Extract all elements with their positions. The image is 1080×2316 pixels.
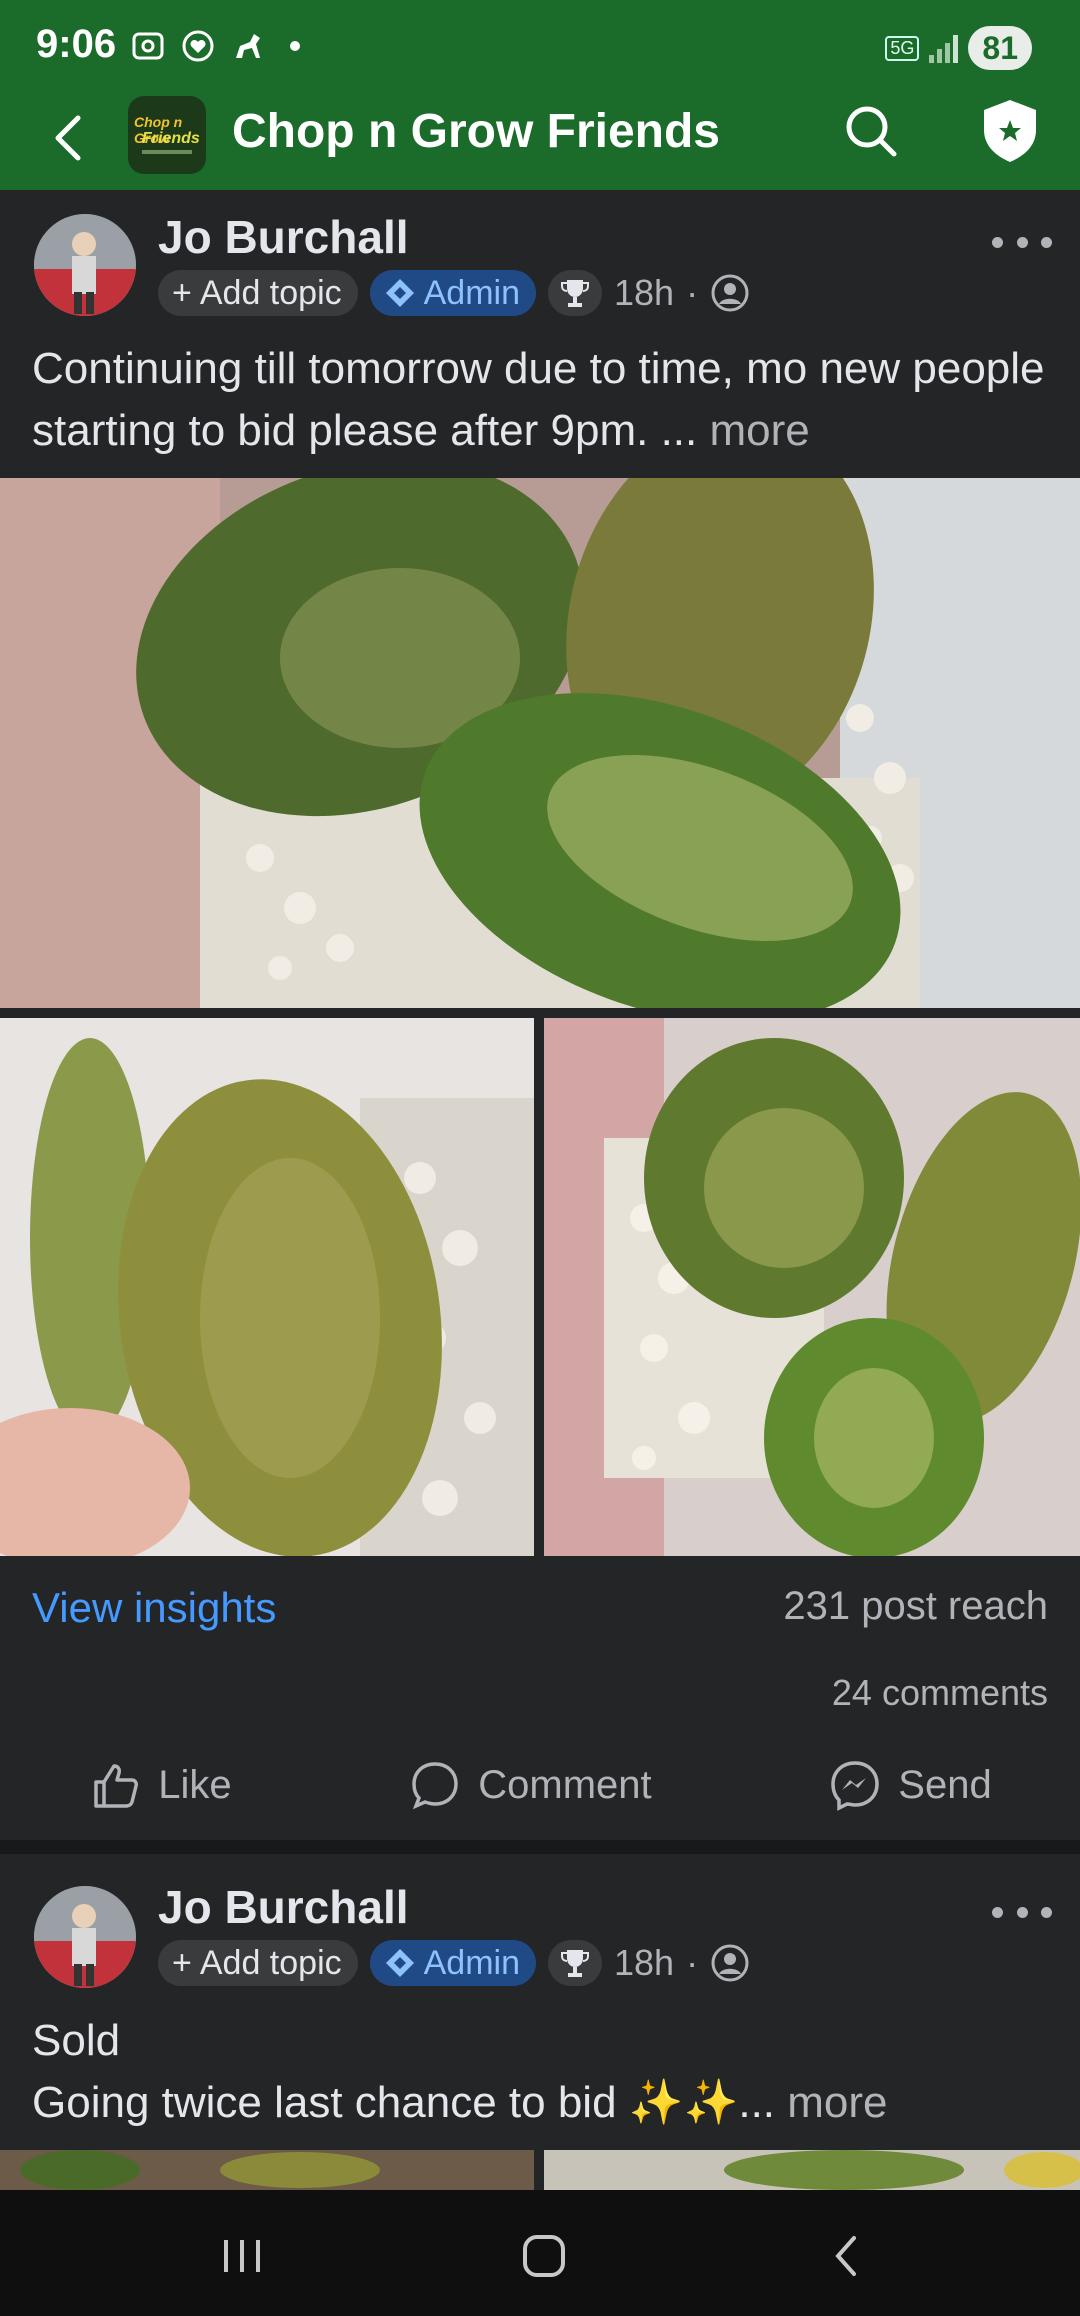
post-text: Continuing till tomorrow due to time, mo…: [32, 338, 1052, 462]
post-author[interactable]: Jo Burchall: [158, 1880, 409, 1934]
home-icon[interactable]: [514, 2226, 574, 2286]
post-author[interactable]: Jo Burchall: [158, 210, 409, 264]
avatar[interactable]: [34, 1886, 136, 1988]
group-privacy-icon: [711, 1944, 749, 1982]
group-logo-bar: [142, 150, 192, 154]
add-topic-label: Add topic: [199, 273, 342, 312]
admin-badge-label: Admin: [423, 273, 520, 312]
trophy-icon: [561, 1950, 589, 1977]
group-avatar[interactable]: Chop n Grow Friends: [128, 96, 206, 174]
add-topic-label: Add topic: [199, 1943, 342, 1982]
post-meta: + Add topic Admin 18h ·: [158, 270, 750, 316]
plus-icon: +: [172, 1943, 192, 1982]
comment-label: Comment: [478, 1762, 652, 1807]
post-photo-right[interactable]: [544, 1018, 1080, 1556]
comment-count[interactable]: 24 comments: [832, 1672, 1048, 1714]
notification-icons: [130, 28, 300, 64]
more-options-icon[interactable]: [992, 1902, 1052, 1922]
author-photo: [34, 1886, 136, 1988]
post-text-line-2: Going twice last chance to bid ✨✨...: [32, 2078, 776, 2127]
author-photo: [34, 214, 136, 316]
avatar[interactable]: [34, 214, 136, 316]
horse-icon: [236, 34, 260, 58]
plant-photo: [0, 2150, 534, 2190]
signal-icon: [929, 33, 959, 63]
app-bar: Chop n Grow Friends Chop n Grow Friends: [0, 96, 1080, 190]
top-bar: 9:06 5G 81 Chop n Grow Friends Chop n Gr…: [0, 0, 1080, 190]
post-photo-left[interactable]: [0, 1018, 534, 1556]
post-photo-left[interactable]: [0, 2150, 534, 2190]
post-meta: + Add topic Admin 18h ·: [158, 1940, 750, 1986]
status-bar: 9:06 5G 81: [0, 0, 1080, 96]
see-more-link[interactable]: more: [787, 2078, 887, 2127]
comment-icon: [412, 1762, 459, 1810]
post-photo-main[interactable]: [0, 478, 1080, 1008]
post-time: 18h: [614, 1942, 675, 1983]
group-title[interactable]: Chop n Grow Friends: [232, 104, 720, 159]
like-button[interactable]: Like: [88, 1758, 232, 1812]
like-label: Like: [158, 1762, 232, 1807]
battery-level: 81: [968, 26, 1032, 70]
plant-photo: [0, 478, 1080, 1008]
send-button[interactable]: Send: [828, 1758, 992, 1812]
comment-button[interactable]: Comment: [408, 1758, 652, 1812]
messenger-icon: [831, 1761, 880, 1811]
plant-photo: [544, 1018, 1080, 1556]
heart-icon: [182, 30, 214, 62]
shield-star-icon[interactable]: [980, 98, 1040, 164]
diamond-icon: [385, 279, 414, 307]
post-photo-right[interactable]: [544, 2150, 1080, 2190]
view-insights-link[interactable]: View insights: [32, 1584, 276, 1632]
group-privacy-icon: [711, 274, 749, 312]
feed-post: Jo Burchall + Add topic Admin 18h · Sold …: [0, 1854, 1080, 2190]
notification-dot: [290, 41, 300, 51]
post-text: Sold Going twice last chance to bid ✨✨..…: [32, 2010, 1052, 2134]
add-topic-button[interactable]: + Add topic: [158, 1940, 358, 1986]
post-reach: 231 post reach: [783, 1584, 1048, 1628]
thumbs-up-icon: [94, 1764, 139, 1808]
search-icon[interactable]: [840, 100, 902, 162]
plant-photo: [0, 1018, 534, 1556]
back-icon[interactable]: [818, 2226, 878, 2286]
recent-apps-icon[interactable]: [212, 2226, 272, 2286]
separator-dot: ·: [686, 272, 699, 313]
feed-post: Jo Burchall + Add topic Admin 18h · Conti…: [0, 190, 1080, 1840]
post-text-line-1: Sold: [32, 2016, 121, 2065]
admin-badge: Admin: [369, 270, 536, 316]
system-nav-bar: [0, 2190, 1080, 2316]
see-more-link[interactable]: more: [709, 406, 809, 455]
trophy-badge: [548, 270, 602, 316]
screenshot-icon: [132, 32, 164, 60]
plant-photo: [544, 2150, 1080, 2190]
network-type: 5G: [885, 35, 920, 61]
trophy-badge: [548, 1940, 602, 1986]
photo-grid: [0, 478, 1080, 1556]
admin-badge: Admin: [369, 1940, 536, 1986]
post-text-content: Continuing till tomorrow due to time, mo…: [32, 344, 1045, 455]
post-time: 18h: [614, 272, 675, 313]
chevron-left-icon[interactable]: [40, 108, 100, 168]
post-actions: Like Comment Send: [0, 1740, 1080, 1830]
more-options-icon[interactable]: [992, 232, 1052, 252]
group-logo-text-2: Friends: [142, 130, 200, 147]
separator-dot: ·: [686, 1942, 699, 1983]
plus-icon: +: [172, 273, 192, 312]
add-topic-button[interactable]: + Add topic: [158, 270, 358, 316]
trophy-icon: [561, 280, 589, 307]
status-time: 9:06: [36, 22, 117, 66]
admin-badge-label: Admin: [423, 1943, 520, 1982]
post-separator: [0, 1840, 1080, 1854]
send-label: Send: [898, 1762, 992, 1807]
diamond-icon: [385, 1949, 414, 1977]
